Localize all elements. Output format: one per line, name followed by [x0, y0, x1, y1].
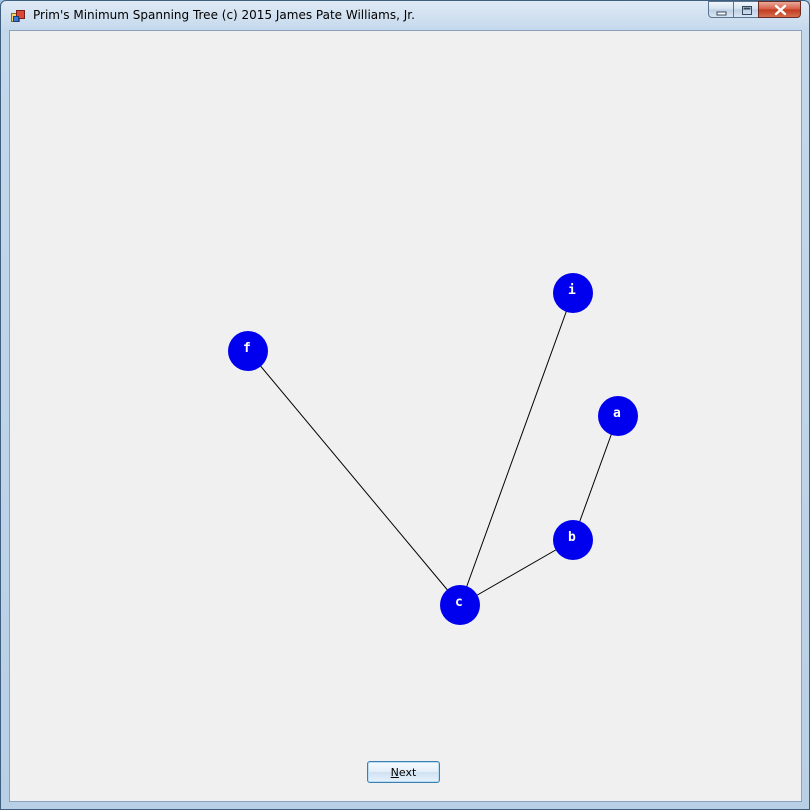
node-label: b: [568, 530, 576, 545]
node-i: i: [553, 273, 593, 313]
spanning-tree-graph: f i a b c: [228, 273, 638, 625]
graph-edges: [247, 292, 619, 606]
node-f: f: [228, 331, 268, 371]
next-button-label: ext: [398, 765, 417, 779]
minimize-icon: [716, 11, 727, 16]
next-button[interactable]: Next: [367, 761, 440, 783]
app-window-icon[interactable]: [11, 9, 25, 23]
node-label: c: [455, 595, 463, 610]
maximize-button[interactable]: [733, 1, 759, 18]
client-area: f i a b c Next: [9, 30, 802, 802]
node-label: a: [613, 406, 621, 421]
node-b: b: [553, 520, 593, 560]
app-window: Prim's Minimum Spanning Tree (c) 2015 Ja…: [0, 0, 810, 810]
node-c: c: [440, 585, 480, 625]
minimize-button[interactable]: [708, 1, 734, 18]
edge-c-f: [247, 350, 461, 606]
node-label: i: [568, 283, 576, 298]
close-icon: [774, 4, 787, 16]
title-bar[interactable]: Prim's Minimum Spanning Tree (c) 2015 Ja…: [1, 1, 809, 30]
edge-c-i: [459, 292, 574, 606]
node-a: a: [598, 396, 638, 436]
close-button[interactable]: [758, 1, 801, 18]
window-controls: [708, 1, 801, 19]
maximize-icon: [742, 6, 752, 15]
window-title: Prim's Minimum Spanning Tree (c) 2015 Ja…: [33, 8, 415, 22]
node-label: f: [243, 341, 251, 356]
next-button-mnemonic: N: [390, 765, 399, 779]
